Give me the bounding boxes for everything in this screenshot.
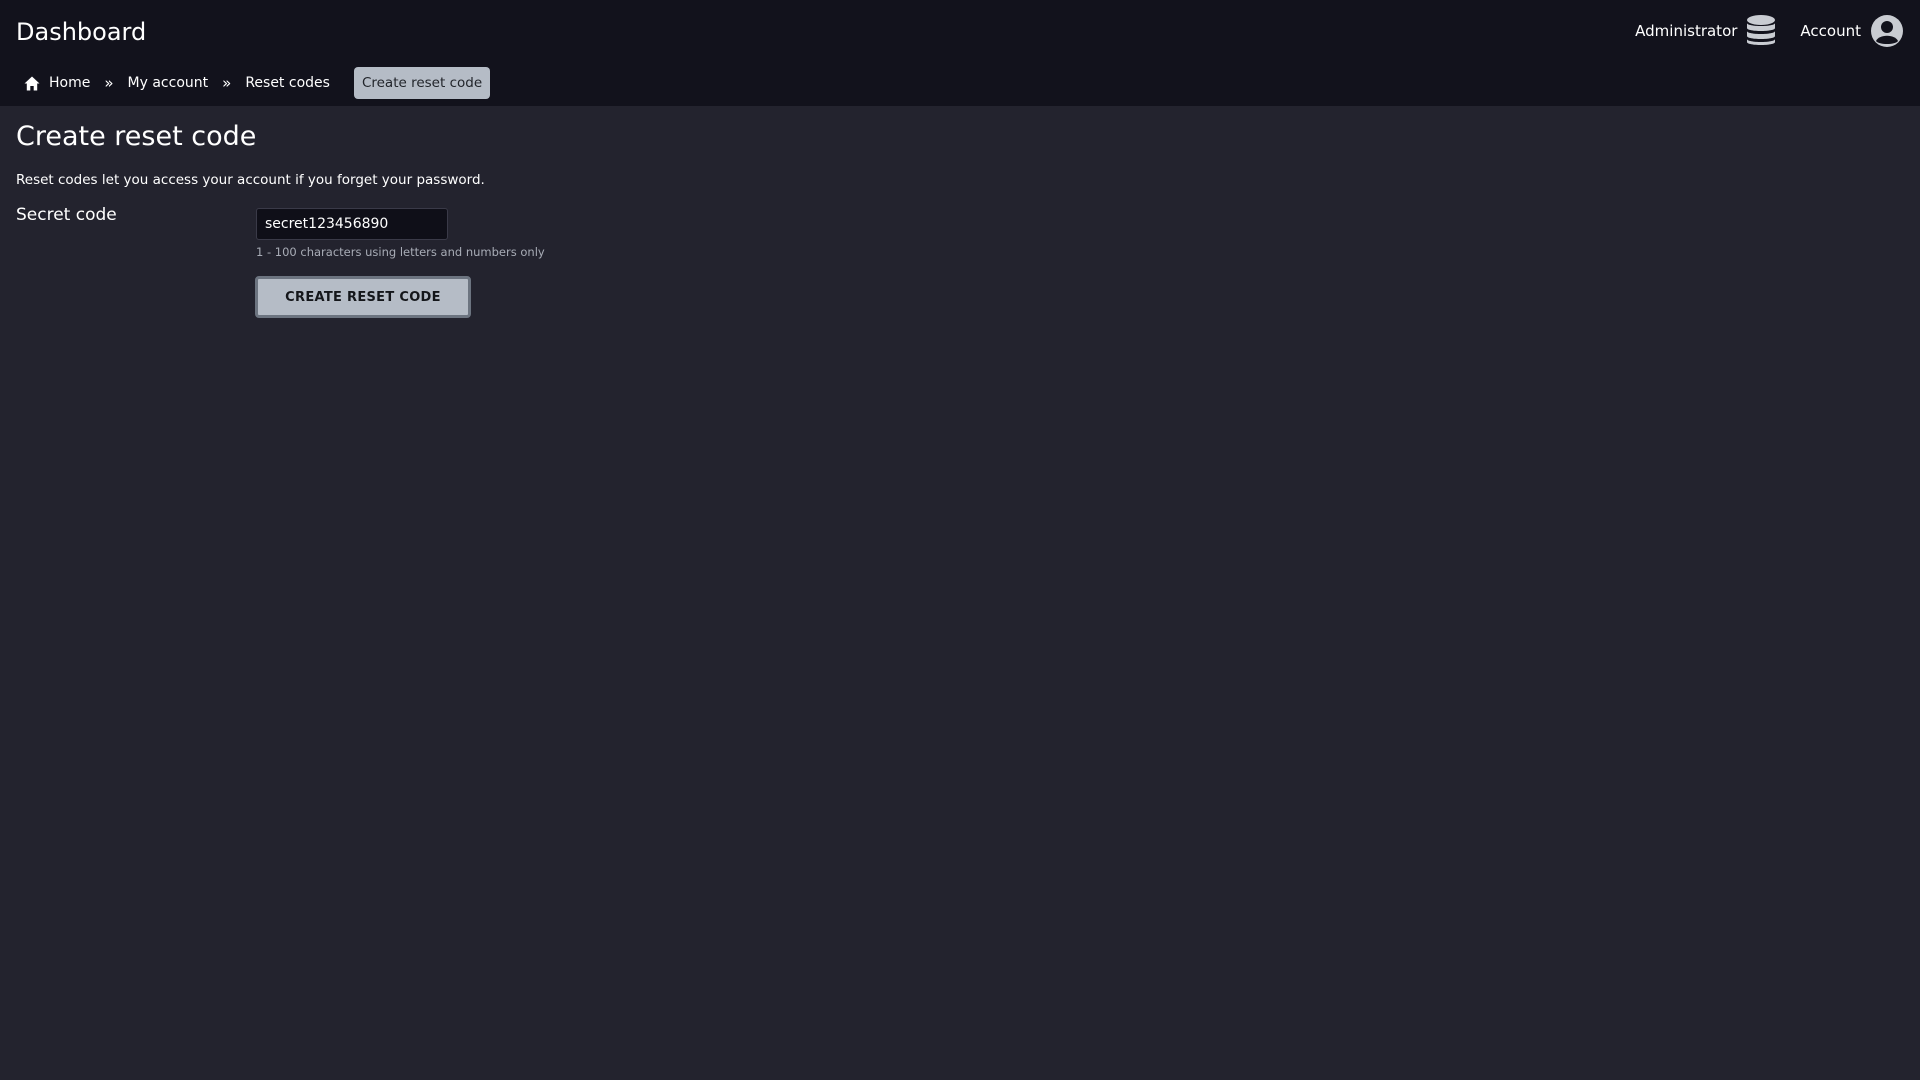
account-menu[interactable]: Account: [1800, 14, 1904, 48]
administrator-menu[interactable]: Administrator: [1635, 14, 1776, 48]
breadcrumb-reset-codes[interactable]: Reset codes: [237, 67, 338, 99]
breadcrumb-home-label: Home: [49, 75, 91, 91]
page-title: Create reset code: [16, 121, 257, 152]
secret-code-hint: 1 - 100 characters using letters and num…: [256, 245, 545, 259]
administrator-label: Administrator: [1635, 22, 1738, 40]
breadcrumb-separator: »: [104, 74, 114, 92]
page-description: Reset codes let you access your account …: [16, 172, 485, 188]
secret-code-input[interactable]: [256, 208, 448, 240]
breadcrumb-my-account[interactable]: My account: [120, 67, 217, 99]
home-icon: [24, 76, 40, 91]
top-nav: Administrator Account: [1635, 14, 1904, 48]
app-title[interactable]: Dashboard: [16, 18, 146, 46]
breadcrumb: Home » My account » Reset codes Create r…: [16, 67, 491, 99]
user-circle-icon: [1870, 14, 1904, 48]
breadcrumb-home[interactable]: Home: [16, 67, 98, 99]
account-label: Account: [1800, 22, 1861, 40]
database-icon: [1746, 14, 1776, 48]
secret-code-label: Secret code: [16, 205, 117, 225]
create-reset-code-button[interactable]: CREATE RESET CODE: [255, 276, 471, 318]
breadcrumb-current: Create reset code: [353, 67, 491, 99]
breadcrumb-separator: »: [222, 74, 232, 92]
top-bar: Dashboard Administrator Account Home » M…: [0, 0, 1920, 106]
